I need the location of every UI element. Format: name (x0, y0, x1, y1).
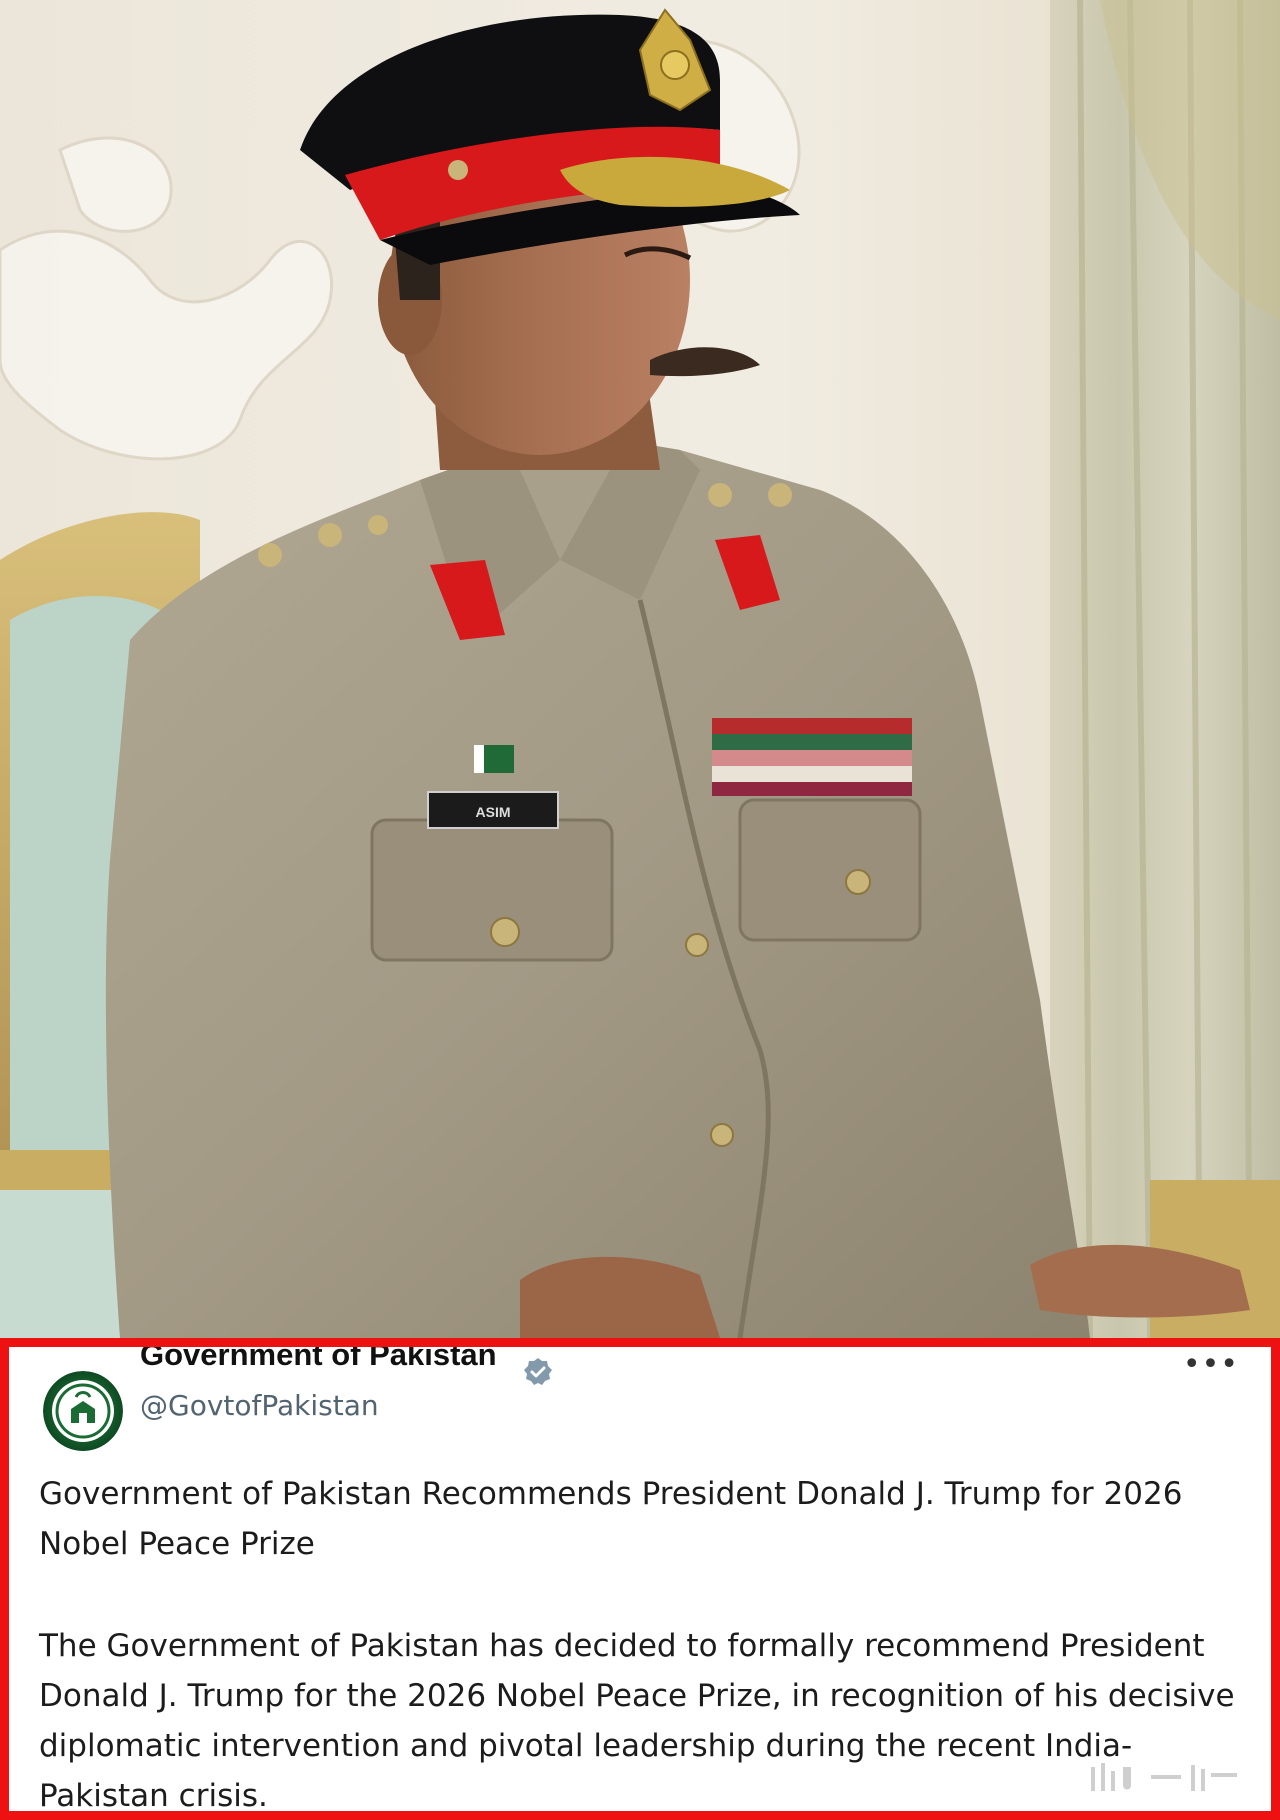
verified-badge-icon (524, 1358, 552, 1385)
watermark-icon (1091, 1763, 1237, 1791)
tweet-display-name[interactable]: Government of Pakistan (140, 1347, 497, 1373)
officer-photo: ASIM (0, 0, 1280, 1338)
govt-emblem-icon (43, 1371, 123, 1451)
tweet-body: The Government of Pakistan has decided t… (39, 1628, 1235, 1814)
screenshot-stage: ASIM Government of Pakistan ••• @GovtofP… (0, 0, 1280, 1820)
tweet-card: Government of Pakistan ••• @GovtofPakist… (0, 1338, 1280, 1820)
tweet-handle[interactable]: @GovtofPakistan (140, 1389, 379, 1422)
tweet-headline: Government of Pakistan Recommends Presid… (39, 1476, 1183, 1562)
govt-pakistan-avatar[interactable] (43, 1371, 123, 1451)
more-options-icon[interactable]: ••• (1183, 1347, 1239, 1382)
nameplate-text: ASIM (476, 804, 511, 820)
